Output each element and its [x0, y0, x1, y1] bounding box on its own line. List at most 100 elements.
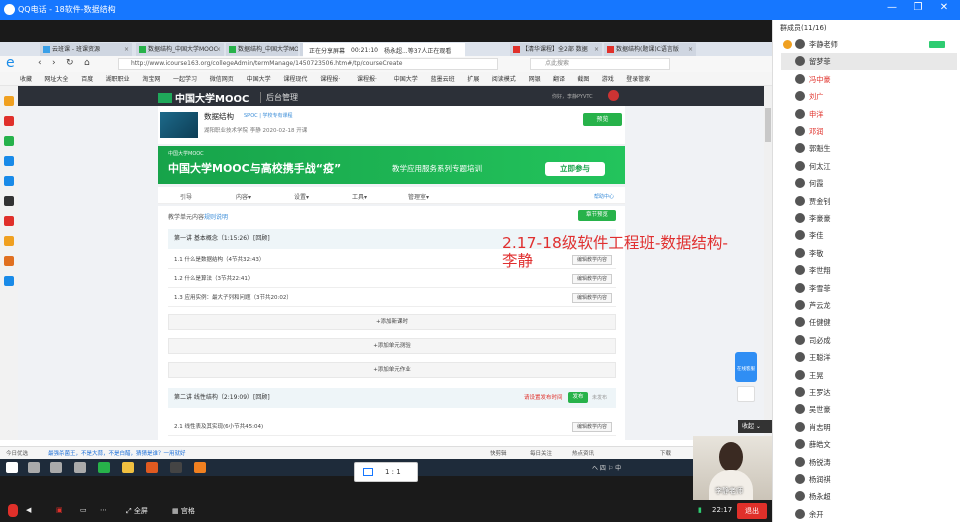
bookmark-item[interactable]: 一起学习 — [173, 74, 197, 83]
publish-button[interactable]: 发布 — [568, 392, 588, 403]
lesson-row[interactable]: 2.1 线性表及其实现(6小节共45:04) 编辑教学内容 — [168, 418, 616, 436]
bookmark-item[interactable]: 扩展 — [467, 74, 479, 83]
add-quiz-button[interactable]: +添加单元测验 — [168, 338, 616, 354]
member-item[interactable]: 贾金钊 — [781, 193, 957, 210]
share-screen-icon[interactable]: ▭ — [80, 506, 87, 514]
nav-tools[interactable]: 工具▾ — [352, 192, 367, 201]
restore-button[interactable]: ❐ — [910, 2, 926, 13]
member-item[interactable]: 任健健 — [781, 314, 957, 331]
member-item[interactable]: 何霞 — [781, 175, 957, 192]
bookmark-item[interactable]: 阅读模式 — [492, 74, 516, 83]
app-icon[interactable] — [170, 462, 182, 473]
mail-icon[interactable] — [4, 156, 14, 166]
app-icon[interactable] — [4, 256, 14, 266]
hot-icon[interactable] — [4, 216, 14, 226]
browser-tab[interactable]: 数据结构_中国大学MOOC × — [136, 43, 224, 56]
explorer-icon[interactable] — [122, 462, 134, 473]
add-homework-button[interactable]: +添加单元作业 — [168, 362, 616, 378]
bookmark-item[interactable]: 课程现代 — [283, 74, 307, 83]
member-item[interactable]: 余开 — [781, 506, 957, 523]
status-daily[interactable]: 每日关注 — [530, 449, 552, 457]
member-item[interactable]: 刘广 — [781, 88, 957, 105]
mic-muted-icon[interactable] — [8, 504, 18, 517]
bookmark-item[interactable]: 收藏 — [20, 74, 32, 83]
bookmark-item[interactable]: 百度 — [81, 74, 93, 83]
weibo-icon[interactable] — [4, 116, 14, 126]
user-greeting[interactable]: 你好，李静PYVTC — [552, 93, 593, 100]
bookmark-item[interactable]: 网址大全 — [44, 74, 68, 83]
member-item[interactable]: 何太江 — [781, 158, 957, 175]
system-tray[interactable]: へ 四 ⚐ 中 — [592, 463, 621, 472]
forward-icon[interactable]: › — [52, 58, 56, 68]
tab-close-icon[interactable]: × — [290, 43, 295, 56]
add-lesson-button[interactable]: +添加新课时 — [168, 314, 616, 330]
bookmark-item[interactable]: 蓝墨云班 — [431, 74, 455, 83]
tab-close-icon[interactable]: × — [216, 43, 221, 56]
member-item[interactable]: 申洋 — [781, 106, 957, 123]
bookmark-item[interactable]: 淘宝网 — [142, 74, 160, 83]
collapse-button[interactable]: 收起 ⌄ — [738, 420, 772, 433]
tab-close-icon[interactable]: × — [594, 43, 599, 56]
member-item[interactable]: 李世翔 — [781, 262, 957, 279]
nav-content[interactable]: 内容▾ — [236, 192, 251, 201]
member-item[interactable]: 冯中豪 — [781, 71, 957, 88]
lesson-row[interactable]: 1.2 什么是算法（3节共22:41） 编辑教学内容 — [168, 270, 616, 288]
nav-settings[interactable]: 设置▾ — [294, 192, 309, 201]
bookmark-item[interactable]: 游戏 — [602, 74, 614, 83]
member-item[interactable]: 杨润祺 — [781, 471, 957, 488]
bookmark-item[interactable]: 截图 — [577, 74, 589, 83]
app-icon[interactable] — [4, 196, 14, 206]
member-item[interactable]: 李佳 — [781, 227, 957, 244]
app-icon[interactable] — [194, 462, 206, 473]
search-input[interactable]: 点此搜索 — [530, 58, 670, 70]
bookmark-item[interactable]: 中国大学 — [247, 74, 271, 83]
bookmark-item[interactable]: 网银 — [529, 74, 541, 83]
join-button[interactable]: 立即参与 — [545, 162, 605, 176]
member-item[interactable]: 李敬 — [781, 245, 957, 262]
refresh-icon[interactable]: ↻ — [66, 58, 74, 68]
cortana-icon[interactable] — [50, 462, 62, 473]
browser-tab[interactable]: 【清华课程】全2部 数据 × — [510, 43, 602, 56]
bookmark-item[interactable]: 微信网页 — [210, 74, 234, 83]
edit-lesson-button[interactable]: 编辑教学内容 — [572, 274, 612, 284]
browser-tab[interactable]: 数据结构(题课)C语言版 × — [604, 43, 696, 56]
favorites-icon[interactable] — [4, 96, 14, 106]
member-item[interactable]: 杨锐涛 — [781, 454, 957, 471]
member-item[interactable]: 司必成 — [781, 332, 957, 349]
grid-button[interactable]: ▦ 宫格 — [172, 506, 195, 516]
member-item[interactable]: 李静老师 — [781, 36, 957, 53]
edit-lesson-button[interactable]: 编辑教学内容 — [572, 422, 612, 432]
bookmark-item[interactable]: 翻译 — [553, 74, 565, 83]
member-item[interactable]: 杨永超 — [781, 488, 957, 505]
zoom-control[interactable]: 1 : 1 — [354, 462, 418, 482]
member-item[interactable]: 邓润 — [781, 123, 957, 140]
status-quick-edit[interactable]: 快剪辑 — [490, 449, 507, 457]
edit-lesson-button[interactable]: 编辑教学内容 — [572, 293, 612, 303]
camera-off-icon[interactable]: ▣ — [56, 506, 63, 514]
close-button[interactable]: ✕ — [936, 2, 952, 13]
speaker-icon[interactable]: ◀ — [26, 506, 31, 514]
member-item[interactable]: 王罗达 — [781, 384, 957, 401]
start-icon[interactable] — [6, 462, 18, 473]
status-hot[interactable]: 热点资讯 — [572, 449, 594, 457]
member-item[interactable]: 吴世豪 — [781, 401, 957, 418]
tab-close-icon[interactable]: × — [124, 43, 129, 56]
bookmark-item[interactable]: 中国大学 — [394, 74, 418, 83]
minimize-button[interactable]: — — [884, 2, 900, 13]
member-item[interactable]: 芦云龙 — [781, 297, 957, 314]
scrollbar-thumb[interactable] — [765, 108, 771, 142]
url-field[interactable]: http://www.icourse163.org/collegeAdmin/t… — [118, 58, 498, 70]
app-icon[interactable] — [4, 136, 14, 146]
member-item[interactable]: 薛皓文 — [781, 436, 957, 453]
task-view-icon[interactable] — [74, 462, 86, 473]
tab-close-icon[interactable]: × — [688, 43, 693, 56]
scrollbar[interactable] — [764, 86, 772, 440]
game-icon[interactable] — [4, 236, 14, 246]
member-item[interactable]: 李豪豪 — [781, 210, 957, 227]
webcam-view[interactable]: 李静老师 — [693, 436, 772, 500]
nav-guide[interactable]: 引导 — [180, 192, 192, 201]
member-item[interactable]: 王晃 — [781, 367, 957, 384]
member-item[interactable]: 郭魁生 — [781, 140, 957, 157]
bookmark-item[interactable]: 课程报· — [320, 74, 340, 83]
help-link[interactable]: 帮助中心 — [594, 193, 614, 200]
